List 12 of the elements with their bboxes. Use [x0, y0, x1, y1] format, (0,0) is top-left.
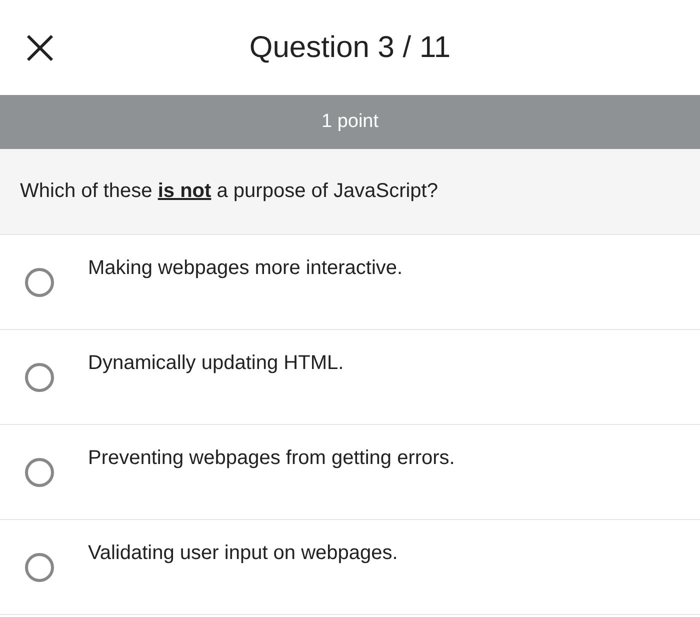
points-bar: 1 point	[0, 95, 700, 149]
option-label: Dynamically updating HTML.	[88, 352, 344, 375]
option-label: Preventing webpages from getting errors.	[88, 447, 455, 470]
radio-button[interactable]	[25, 363, 54, 392]
close-icon	[26, 34, 54, 62]
option-label: Validating user input on webpages.	[88, 542, 398, 565]
option-label: Making webpages more interactive.	[88, 257, 403, 280]
radio-button[interactable]	[25, 458, 54, 487]
radio-button[interactable]	[25, 268, 54, 297]
radio-button[interactable]	[25, 553, 54, 582]
question-text: Which of these is not a purpose of JavaScript?	[20, 180, 438, 203]
question-counter: Question 3 / 11	[248, 30, 452, 64]
